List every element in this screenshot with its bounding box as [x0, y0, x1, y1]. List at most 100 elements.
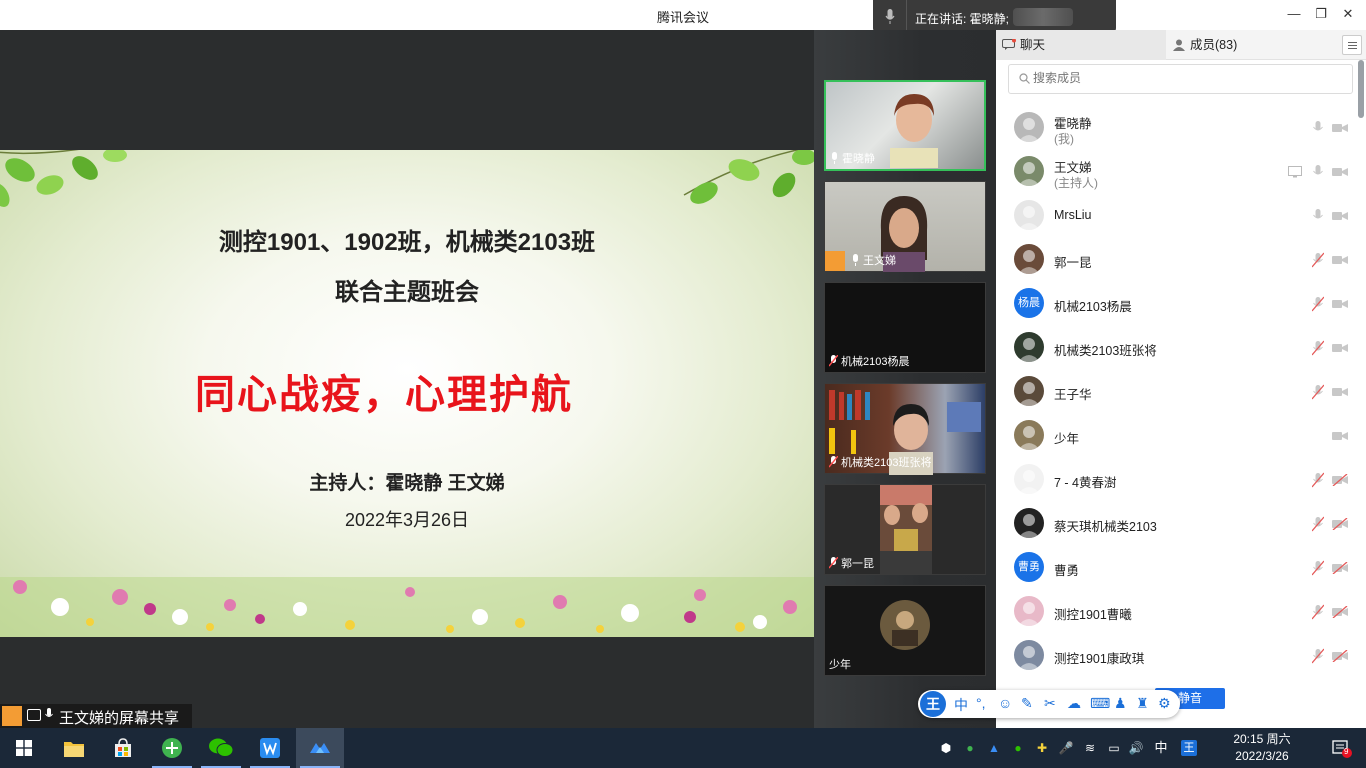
tab-members[interactable]: 成员(83): [1166, 30, 1336, 60]
presentation-slide: 测控1901、1902班，机械类2103班 联合主题班会 同心战疫，心理护航 主…: [0, 150, 814, 637]
member-row[interactable]: 王子华: [996, 370, 1358, 414]
member-row[interactable]: 杨晨 机械2103杨晨: [996, 282, 1358, 326]
speaking-text: 正在讲话: 霍晓静;: [915, 12, 1010, 26]
mic-icon[interactable]: [1312, 120, 1324, 136]
browser-icon: [162, 738, 182, 758]
user-icon[interactable]: ♟: [1114, 695, 1127, 712]
tray-cube-icon[interactable]: ⬢: [938, 740, 954, 756]
camera-icon[interactable]: [1332, 297, 1348, 309]
member-name: 机械2103杨晨: [1054, 300, 1132, 314]
camera-off-icon[interactable]: [1332, 649, 1348, 663]
mic-muted-icon[interactable]: [1311, 296, 1325, 312]
mic-muted-icon[interactable]: [1311, 384, 1325, 400]
ime-mode[interactable]: 中: [954, 695, 968, 715]
tray-battery-icon[interactable]: ▭: [1106, 740, 1122, 756]
camera-off-icon[interactable]: [1332, 473, 1348, 487]
camera-icon[interactable]: [1332, 429, 1348, 441]
taskbar-store[interactable]: [99, 728, 147, 768]
member-row[interactable]: 霍晓静 (我): [996, 106, 1358, 150]
mic-muted-icon[interactable]: [1311, 252, 1325, 268]
notification-count: 9: [1344, 747, 1349, 756]
mic-muted-icon[interactable]: [1311, 604, 1325, 620]
cloud-icon[interactable]: ☁: [1067, 695, 1081, 712]
shirt-icon[interactable]: ♜: [1136, 695, 1149, 712]
avatar: [1014, 332, 1044, 362]
taskbar-wps[interactable]: [246, 728, 294, 768]
video-tile[interactable]: 郭一昆: [824, 484, 986, 575]
minimize-icon[interactable]: —: [1286, 6, 1302, 22]
camera-icon[interactable]: [1332, 385, 1348, 397]
tray-volume-icon[interactable]: 🔊: [1128, 740, 1144, 756]
camera-off-icon[interactable]: [1332, 561, 1348, 575]
camera-icon[interactable]: [1332, 253, 1348, 265]
close-icon[interactable]: ✕: [1340, 6, 1356, 22]
tray-ime-icon[interactable]: 王: [1181, 740, 1197, 756]
video-tile[interactable]: 少年: [824, 585, 986, 676]
members-panel: 聊天 成员(83) 霍晓静(我)王文娣(主持人) MrsLiu 郭一昆杨晨机械210…: [996, 30, 1366, 728]
mic-muted-icon[interactable]: [1311, 340, 1325, 356]
taskbar: ⬢ ● ▲ ● ✚ 🎤 ≋ ▭ 🔊 中 王 20:15 周六 2022/3/26…: [0, 728, 1366, 768]
member-row[interactable]: MrsLiu: [996, 194, 1358, 238]
ime-punctuation[interactable]: °,: [976, 695, 986, 711]
taskbar-clock[interactable]: 20:15 周六 2022/3/26: [1222, 731, 1302, 765]
notification-center[interactable]: 9: [1330, 737, 1352, 759]
camera-icon[interactable]: [1332, 165, 1348, 177]
camera-icon[interactable]: [1332, 121, 1348, 133]
video-tile[interactable]: 霍晓静: [824, 80, 986, 171]
member-row[interactable]: 测控1901曹曦: [996, 590, 1358, 634]
mic-icon[interactable]: [1312, 164, 1324, 180]
restore-icon[interactable]: ❐: [1313, 6, 1329, 22]
camera-icon[interactable]: [1332, 209, 1348, 221]
taskbar-tencent-meeting[interactable]: [296, 728, 344, 768]
gear-icon[interactable]: ⚙: [1158, 695, 1171, 712]
tray-wechat-icon[interactable]: ●: [1010, 740, 1026, 756]
tray-mic-icon[interactable]: 🎤: [1058, 740, 1074, 756]
member-search[interactable]: [1008, 64, 1353, 94]
mic-icon[interactable]: [1312, 208, 1324, 224]
mic-muted-icon[interactable]: [1311, 648, 1325, 664]
emoji-icon[interactable]: ☺: [998, 695, 1012, 711]
tray-app-icon[interactable]: ✚: [1034, 740, 1050, 756]
tab-chat[interactable]: 聊天: [996, 30, 1166, 60]
member-row[interactable]: 曹勇 曹勇: [996, 546, 1358, 590]
member-row[interactable]: 测控1901康政琪: [996, 634, 1358, 678]
pen-icon[interactable]: ✎: [1021, 695, 1033, 712]
video-tile[interactable]: 王文娣: [824, 181, 986, 272]
camera-off-icon[interactable]: [1332, 517, 1348, 531]
taskbar-browser[interactable]: [148, 728, 196, 768]
mic-muted-icon[interactable]: [1311, 516, 1325, 532]
video-tile[interactable]: 机械2103杨晨: [824, 282, 986, 373]
tray-browser-icon[interactable]: ●: [962, 740, 978, 756]
member-row[interactable]: 蔡天琪机械类2103: [996, 502, 1358, 546]
avatar: 杨晨: [1014, 288, 1044, 318]
keyboard-icon[interactable]: ⌨: [1090, 695, 1110, 712]
scrollbar[interactable]: [1358, 60, 1364, 118]
scissors-icon[interactable]: ✂: [1044, 695, 1056, 712]
tray-wifi-icon[interactable]: ≋: [1082, 740, 1098, 756]
avatar: [1014, 156, 1044, 186]
member-row[interactable]: 少年: [996, 414, 1358, 458]
member-row[interactable]: 王文娣 (主持人): [996, 150, 1358, 194]
mic-muted-icon[interactable]: [1311, 472, 1325, 488]
ime-logo[interactable]: 王: [920, 691, 946, 717]
flowers-decoration: [0, 577, 814, 637]
avatar: [1014, 420, 1044, 450]
tray-ime-lang[interactable]: 中: [1153, 740, 1169, 756]
member-row[interactable]: 机械类2103班张将: [996, 326, 1358, 370]
member-row[interactable]: 7 - 4黄春澍: [996, 458, 1358, 502]
camera-off-icon[interactable]: [1332, 605, 1348, 619]
member-row[interactable]: 郭一昆: [996, 238, 1358, 282]
video-tile[interactable]: 机械类2103班张将: [824, 383, 986, 475]
avatar: [1014, 244, 1044, 274]
taskbar-wechat[interactable]: [197, 728, 245, 768]
speaking-indicator: 正在讲话: 霍晓静;: [873, 0, 1116, 34]
mic-muted-icon: [829, 557, 838, 569]
start-button[interactable]: [0, 728, 48, 768]
member-name: 少年: [1054, 432, 1080, 446]
search-input[interactable]: [1033, 71, 1333, 85]
tray-meeting-icon[interactable]: ▲: [986, 740, 1002, 756]
taskbar-file-explorer[interactable]: [50, 728, 98, 768]
panel-menu-button[interactable]: [1342, 35, 1362, 55]
camera-icon[interactable]: [1332, 341, 1348, 353]
mic-muted-icon[interactable]: [1311, 560, 1325, 576]
